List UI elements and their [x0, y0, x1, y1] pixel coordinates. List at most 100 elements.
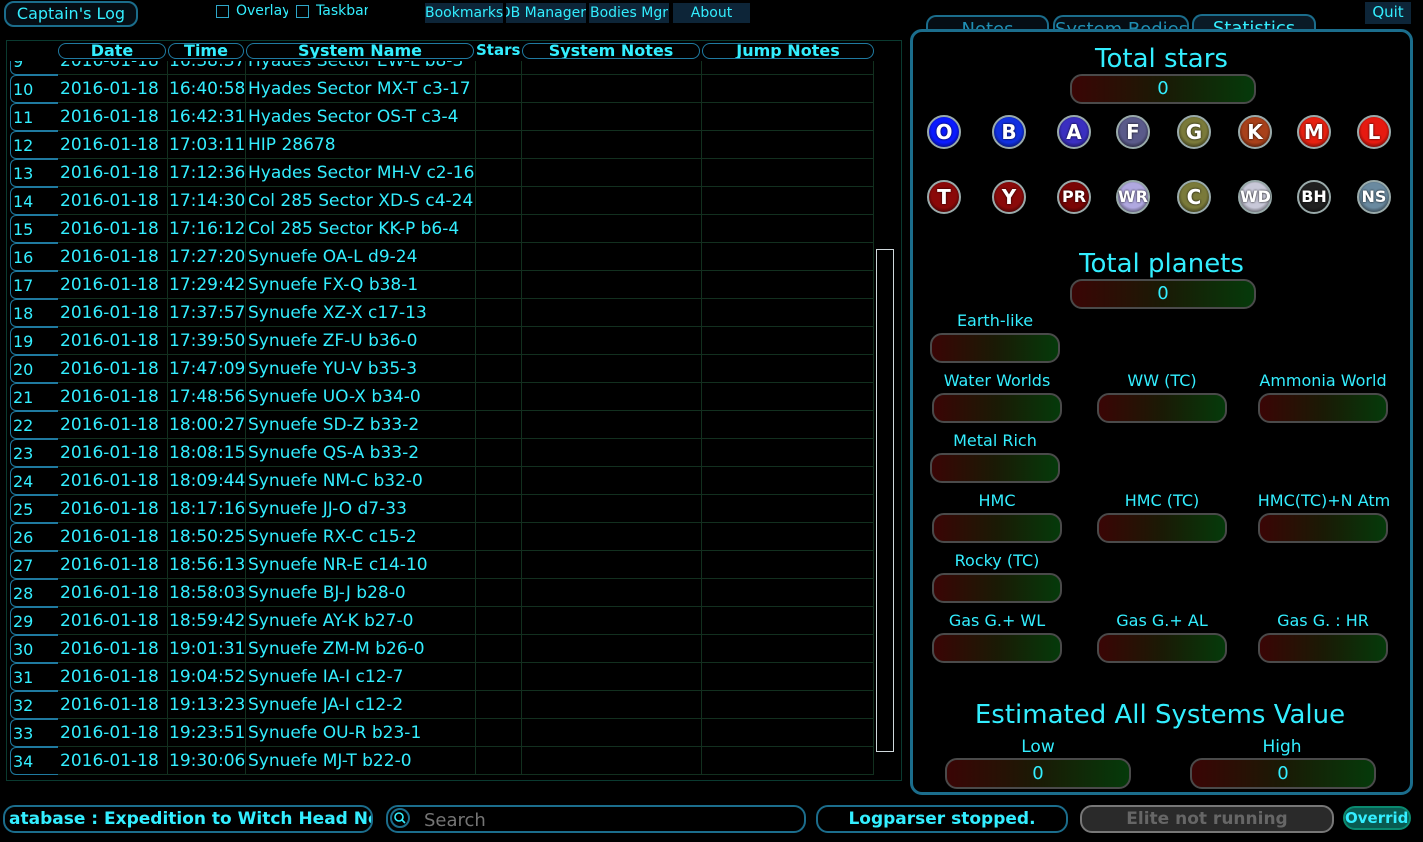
table-row[interactable]: 9 2016-01-18 16:38:37 Hyades Sector EW-L b8…	[10, 61, 874, 75]
cell-time: 19:01:31	[168, 635, 246, 663]
table-row[interactable]: 29 2016-01-18 18:59:42 Synuefe AY-K b27-0	[10, 607, 874, 635]
cell-date: 2016-01-18	[58, 61, 168, 75]
bodies-mgr-button[interactable]: Bodies Mgr	[589, 3, 669, 23]
quit-button[interactable]: Quit	[1365, 2, 1411, 24]
table-row[interactable]: 17 2016-01-18 17:29:42 Synuefe FX-Q b38-1	[10, 271, 874, 299]
estimated-value-title: Estimated All Systems Value	[974, 700, 1346, 730]
cell-system: Synuefe SD-Z b33-2	[246, 411, 476, 439]
table-row[interactable]: 20 2016-01-18 17:47:09 Synuefe YU-V b35-3	[10, 355, 874, 383]
cell-system: Synuefe OU-R b23-1	[246, 719, 476, 747]
rocky-tc-label: Rocky (TC)	[954, 551, 1040, 570]
column-header-system-name[interactable]: System Name	[246, 43, 474, 59]
table-row[interactable]: 24 2016-01-18 18:09:44 Synuefe NM-C b32-0	[10, 467, 874, 495]
table-row[interactable]: 14 2016-01-18 17:14:30 Col 285 Sector XD-S …	[10, 187, 874, 215]
table-row[interactable]: 33 2016-01-18 19:23:51 Synuefe OU-R b23-1	[10, 719, 874, 747]
star-class-o: O	[927, 115, 961, 149]
column-header-jump-notes[interactable]: Jump Notes	[702, 43, 874, 59]
table-scrollbar-thumb[interactable]	[876, 249, 894, 752]
captains-log-button[interactable]: Captain's Log	[4, 1, 138, 27]
cell-time: 18:50:25	[168, 523, 246, 551]
total-stars-field: 0	[1070, 74, 1256, 104]
cell-system: Synuefe YU-V b35-3	[246, 355, 476, 383]
table-row[interactable]: 23 2016-01-18 18:08:15 Synuefe QS-A b33-2	[10, 439, 874, 467]
cell-time: 19:30:06	[168, 747, 246, 775]
cell-system: Synuefe JA-I c12-2	[246, 691, 476, 719]
cell-empty	[476, 61, 522, 75]
star-class-c: C	[1177, 180, 1211, 214]
search-input[interactable]	[422, 809, 796, 831]
override-button[interactable]: Override	[1343, 806, 1411, 830]
cell-empty	[522, 187, 702, 215]
cell-n: 23	[10, 439, 58, 467]
cell-empty	[522, 495, 702, 523]
table-row[interactable]: 31 2016-01-18 19:04:52 Synuefe IA-I c12-7	[10, 663, 874, 691]
about-button[interactable]: About	[673, 3, 750, 23]
cell-time: 17:14:30	[168, 187, 246, 215]
table-row[interactable]: 21 2016-01-18 17:48:56 Synuefe UO-X b34-0	[10, 383, 874, 411]
cell-date: 2016-01-18	[58, 523, 168, 551]
table-row[interactable]: 11 2016-01-18 16:42:31 Hyades Sector OS-T c…	[10, 103, 874, 131]
overlay-checkbox[interactable]	[216, 5, 229, 18]
table-row[interactable]: 26 2016-01-18 18:50:25 Synuefe RX-C c15-2	[10, 523, 874, 551]
star-class-b: B	[992, 115, 1026, 149]
table-row[interactable]: 22 2016-01-18 18:00:27 Synuefe SD-Z b33-2	[10, 411, 874, 439]
elite-status: Elite not running	[1080, 805, 1334, 833]
search-icon	[390, 808, 410, 828]
star-class-m: M	[1297, 115, 1331, 149]
cell-time: 16:40:58	[168, 75, 246, 103]
table-row[interactable]: 12 2016-01-18 17:03:11 HIP 28678	[10, 131, 874, 159]
cell-empty	[702, 103, 874, 131]
cell-empty	[476, 215, 522, 243]
cell-date: 2016-01-18	[58, 383, 168, 411]
cell-empty	[522, 103, 702, 131]
db-manager-button[interactable]: DB Manager	[506, 3, 586, 23]
cell-empty	[702, 383, 874, 411]
search-box[interactable]	[386, 805, 806, 833]
cell-time: 18:59:42	[168, 607, 246, 635]
low-value-label: Low	[1021, 737, 1055, 757]
table-row[interactable]: 34 2016-01-18 19:30:06 Synuefe MJ-T b22-0	[10, 747, 874, 775]
column-header-stars[interactable]: Stars	[476, 43, 520, 59]
column-header-time[interactable]: Time	[168, 43, 244, 59]
column-header-system-notes[interactable]: System Notes	[522, 43, 700, 59]
table-row[interactable]: 28 2016-01-18 18:58:03 Synuefe BJ-J b28-0	[10, 579, 874, 607]
cell-empty	[702, 719, 874, 747]
cell-n: 30	[10, 635, 58, 663]
cell-time: 18:56:13	[168, 551, 246, 579]
table-row[interactable]: 10 2016-01-18 16:40:58 Hyades Sector MX-T c…	[10, 75, 874, 103]
cell-n: 33	[10, 719, 58, 747]
cell-time: 17:29:42	[168, 271, 246, 299]
gas-giant-hr-field	[1258, 633, 1388, 663]
taskbar-label: Taskbar	[316, 3, 368, 19]
cell-n: 32	[10, 691, 58, 719]
ww-tc-field	[1097, 393, 1227, 423]
table-row[interactable]: 32 2016-01-18 19:13:23 Synuefe JA-I c12-2	[10, 691, 874, 719]
cell-system: Synuefe BJ-J b28-0	[246, 579, 476, 607]
table-row[interactable]: 27 2016-01-18 18:56:13 Synuefe NR-E c14-10	[10, 551, 874, 579]
taskbar-checkbox[interactable]	[296, 5, 309, 18]
table-row[interactable]: 18 2016-01-18 17:37:57 Synuefe XZ-X c17-13	[10, 299, 874, 327]
table-row[interactable]: 25 2016-01-18 18:17:16 Synuefe JJ-O d7-33	[10, 495, 874, 523]
cell-time: 17:03:11	[168, 131, 246, 159]
star-class-bh: BH	[1297, 180, 1331, 214]
table-row[interactable]: 16 2016-01-18 17:27:20 Synuefe OA-L d9-24	[10, 243, 874, 271]
bookmarks-button[interactable]: Bookmarks	[425, 3, 503, 23]
cell-empty	[476, 719, 522, 747]
cell-empty	[702, 495, 874, 523]
earth-like-label: Earth-like	[956, 311, 1034, 330]
cell-empty	[522, 551, 702, 579]
gas-giant-wl-field	[932, 633, 1062, 663]
cell-empty	[702, 411, 874, 439]
star-class-f: F	[1116, 115, 1150, 149]
column-header-date[interactable]: Date	[58, 43, 166, 59]
table-row[interactable]: 30 2016-01-18 19:01:31 Synuefe ZM-M b26-0	[10, 635, 874, 663]
total-planets-title: Total planets	[1079, 249, 1244, 279]
table-row[interactable]: 15 2016-01-18 17:16:12 Col 285 Sector KK-P …	[10, 215, 874, 243]
cell-empty	[702, 243, 874, 271]
cell-system: Synuefe XZ-X c17-13	[246, 299, 476, 327]
cell-empty	[522, 243, 702, 271]
cell-time: 19:23:51	[168, 719, 246, 747]
cell-system: Hyades Sector EW-L b8-3	[246, 61, 476, 75]
table-row[interactable]: 13 2016-01-18 17:12:36 Hyades Sector MH-V c…	[10, 159, 874, 187]
table-row[interactable]: 19 2016-01-18 17:39:50 Synuefe ZF-U b36-0	[10, 327, 874, 355]
